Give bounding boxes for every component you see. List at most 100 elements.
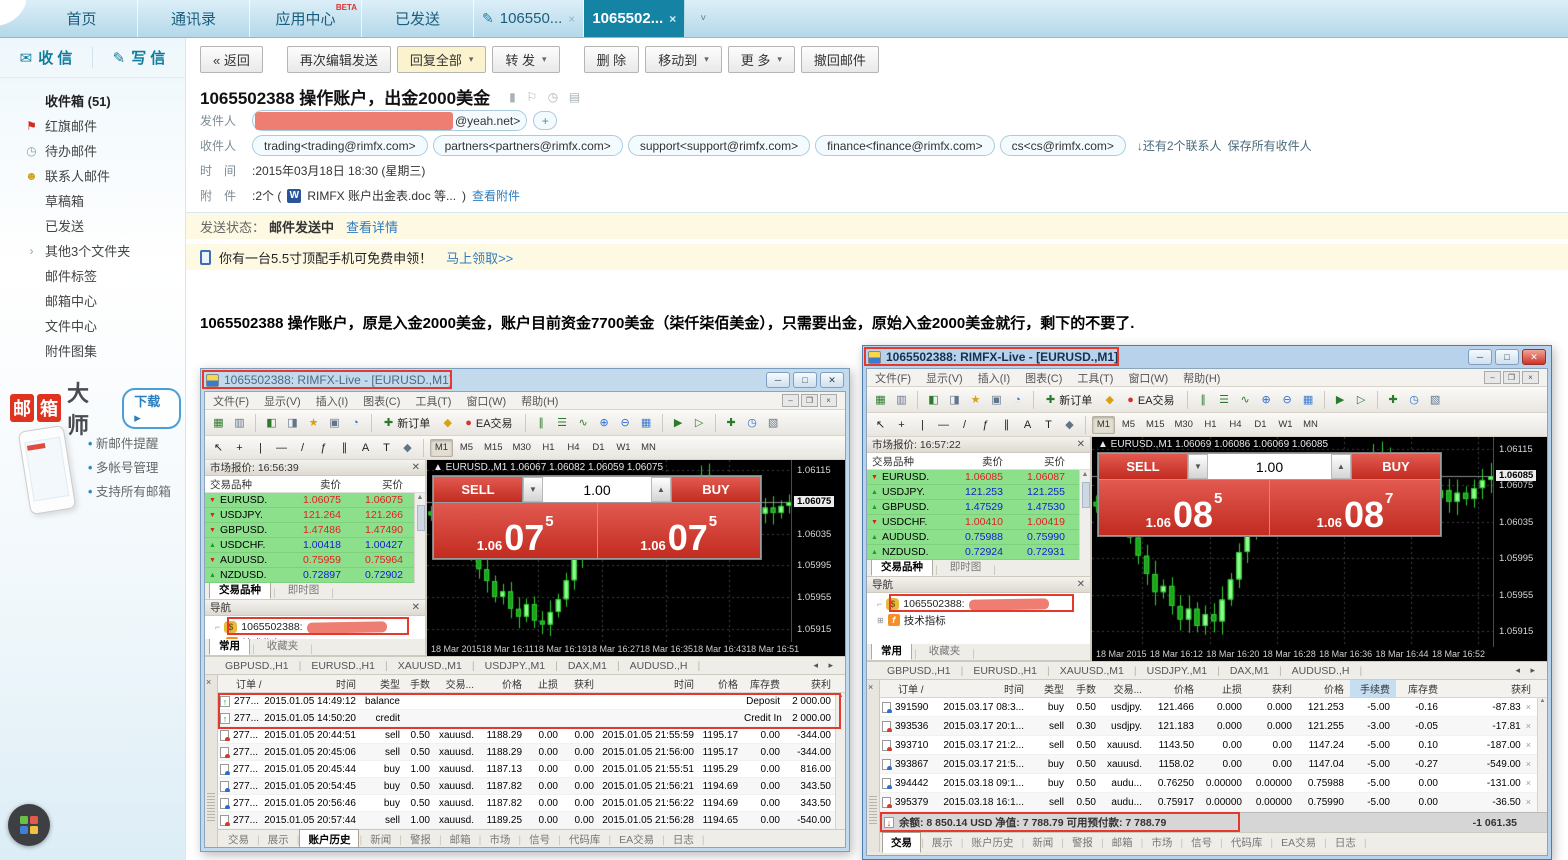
mdi-close-button[interactable]: × <box>1522 371 1539 384</box>
vertical-line-icon[interactable]: | <box>251 438 270 457</box>
stepper-down-icon[interactable]: ▼ <box>523 477 543 502</box>
strategy-tester-icon[interactable]: ◔ <box>1008 390 1027 409</box>
terminal-tab-邮箱[interactable]: 邮箱 <box>1104 833 1141 852</box>
indicators-node[interactable]: ⊞f技术指标 <box>867 612 1090 628</box>
shapes-icon[interactable]: ◆ <box>398 438 417 457</box>
chart-tab[interactable]: USDJPY.,M1 <box>1137 665 1218 677</box>
sidebar-item-tags[interactable]: 邮件标签 <box>0 263 185 288</box>
compose-mail-button[interactable]: ✎写 信 <box>92 47 185 68</box>
market-watch-row[interactable]: ▲AUDUSD.0.759880.75990 <box>867 530 1090 545</box>
terminal-tab-市场[interactable]: 市场 <box>481 830 518 848</box>
mt4-window-right[interactable]: 1065502388: RIMFX-Live - [EURUSD.,M1]─□✕… <box>862 345 1552 860</box>
shapes-icon[interactable]: ◆ <box>1060 415 1079 434</box>
timeframe-d1-button[interactable]: D1 <box>1249 416 1272 434</box>
terminal-tab-展示[interactable]: 展示 <box>260 830 297 848</box>
recipient-pill[interactable]: partners<partners@rimfx.com> <box>433 135 623 156</box>
crosshair-icon[interactable]: + <box>230 438 249 457</box>
print-icon[interactable]: ▤ <box>569 90 580 104</box>
recipient-pill[interactable]: trading<trading@rimfx.com> <box>252 135 428 156</box>
sender-address[interactable]: @yeah.net> <box>252 110 527 131</box>
column-header[interactable]: 手数 <box>1070 681 1102 696</box>
mdi-restore-button[interactable]: ❐ <box>801 394 818 407</box>
sidebar-item-inbox[interactable]: 收件箱 (51) <box>0 88 185 113</box>
tab-current-mail[interactable]: 1065502...× <box>584 0 685 37</box>
sell-price[interactable]: 1.06085 <box>1099 480 1269 535</box>
mt4-window-left[interactable]: 1065502388: RIMFX-Live - [EURUSD.,M1]─□✕… <box>200 368 850 852</box>
indicators-node[interactable]: ⊞f技术指标 <box>205 635 425 639</box>
add-contact-button[interactable]: + <box>533 111 557 130</box>
market-watch-row[interactable]: ▲USDCHF.1.004181.00427 <box>205 538 425 553</box>
menu-item[interactable]: 文件(F) <box>875 370 911 386</box>
terminal-tab-信号[interactable]: 信号 <box>521 830 558 848</box>
volume-stepper[interactable]: ▼1.00▲ <box>523 477 671 502</box>
indicators-icon[interactable]: ✚ <box>722 413 741 432</box>
sidebar-item-other-folders[interactable]: ›其他3个文件夹 <box>0 238 185 263</box>
stepper-up-icon[interactable]: ▲ <box>651 477 671 502</box>
terminal-tab-账户历史[interactable]: 账户历史 <box>963 833 1021 852</box>
sidebar-item-file-center[interactable]: 文件中心 <box>0 313 185 338</box>
recipient-pill[interactable]: finance<finance@rimfx.com> <box>815 135 995 156</box>
line-chart-icon[interactable]: ∿ <box>1236 390 1255 409</box>
terminal-tab-新闻[interactable]: 新闻 <box>1024 833 1061 852</box>
close-icon[interactable]: ✕ <box>412 602 420 613</box>
new-order-button[interactable]: ✚新订单 <box>378 413 436 433</box>
cursor-icon[interactable]: ↖ <box>209 438 228 457</box>
timeframe-h4-button[interactable]: H4 <box>562 439 585 457</box>
close-button[interactable]: ✕ <box>1522 349 1546 365</box>
chart-shift-icon[interactable]: ▷ <box>1352 390 1371 409</box>
column-header[interactable]: 库存费 <box>744 676 786 691</box>
scrollbar[interactable]: ▲ <box>1079 470 1090 560</box>
menu-item[interactable]: 图表(C) <box>1025 370 1062 386</box>
column-header[interactable]: 止损 <box>528 676 564 691</box>
mail-master-ad[interactable]: 邮箱大师下载 ▸ 新邮件提醒多帐号管理支持所有邮箱 <box>10 376 181 556</box>
column-header[interactable]: 获利 <box>1248 681 1298 696</box>
account-node[interactable]: ⌐$1065502388: <box>867 596 1090 612</box>
chart-tab[interactable]: AUDUSD.,H <box>1282 665 1360 677</box>
terminal-tab-警报[interactable]: 警报 <box>402 830 439 848</box>
chart-tab[interactable]: XAUUSD.,M1 <box>388 660 472 672</box>
account-node[interactable]: ⌐$1065502388: <box>205 619 425 635</box>
chart-tab-scroll-icons[interactable]: ◂ ▸ <box>813 660 845 671</box>
market-watch-row[interactable]: ▼EURUSD.1.060751.06075 <box>205 493 425 508</box>
column-header[interactable]: 价格 <box>480 676 528 691</box>
menu-item[interactable]: 帮助(H) <box>1183 370 1220 386</box>
column-header[interactable]: 手续费 <box>1350 680 1396 697</box>
timeframe-m15-button[interactable]: M15 <box>1142 416 1168 434</box>
chevron-down-icon[interactable]: ▾ <box>542 54 547 65</box>
auto-scroll-icon[interactable]: ▶ <box>669 413 688 432</box>
window-titlebar[interactable]: 1065502388: RIMFX-Live - [EURUSD.,M1]─□✕ <box>863 346 1551 368</box>
terminal-tab-EA交易[interactable]: EA交易 <box>611 830 662 848</box>
menu-item[interactable]: 帮助(H) <box>521 393 558 409</box>
terminal-tab-新闻[interactable]: 新闻 <box>362 830 399 848</box>
trendline-icon[interactable]: / <box>955 415 974 434</box>
promo-claim-link[interactable]: 马上领取>> <box>446 248 513 267</box>
expand-icon[interactable]: ⊞ <box>215 639 222 640</box>
timeframe-m1-button[interactable]: M1 <box>430 439 453 457</box>
sidebar-item-mail-center[interactable]: 邮箱中心 <box>0 288 185 313</box>
column-header[interactable]: 价格 <box>700 676 744 691</box>
zoom-in-icon[interactable]: ⊕ <box>1257 390 1276 409</box>
buy-price[interactable]: 1.06075 <box>598 503 761 558</box>
column-header[interactable]: 库存费 <box>1396 681 1444 696</box>
sidebar-item-drafts[interactable]: 草稿箱 <box>0 188 185 213</box>
column-header[interactable]: 手数 <box>406 676 436 691</box>
market-watch-row[interactable]: ▼EURUSD.1.060851.06087 <box>867 470 1090 485</box>
horizontal-line-icon[interactable]: — <box>934 415 953 434</box>
chart-tab[interactable]: EURUSD.,H1 <box>301 660 385 672</box>
timeframe-h1-button[interactable]: H1 <box>537 439 560 457</box>
chart-tab[interactable]: XAUUSD.,M1 <box>1050 665 1134 677</box>
order-row[interactable]: 277...2015.01.05 20:45:06sell0.50xauusd.… <box>218 744 845 761</box>
menu-item[interactable]: 窗口(W) <box>1128 370 1168 386</box>
column-header[interactable]: 时间 <box>600 676 700 691</box>
candlesticks-icon[interactable]: ☰ <box>553 413 572 432</box>
move-to-button[interactable]: 移动到▾ <box>645 46 722 73</box>
ea-trade-button[interactable]: ●EA交易 <box>459 413 518 433</box>
mdi-close-button[interactable]: × <box>820 394 837 407</box>
column-header[interactable]: 价格 <box>1298 681 1350 696</box>
timeframe-h4-button[interactable]: H4 <box>1224 416 1247 434</box>
scrollbar[interactable]: ▲ <box>414 493 425 583</box>
navigator-icon[interactable]: ★ <box>304 413 323 432</box>
chart-tab[interactable]: USDJPY.,M1 <box>475 660 556 672</box>
text-icon[interactable]: A <box>356 438 375 457</box>
schedule-icon[interactable]: ◷ <box>548 90 558 104</box>
